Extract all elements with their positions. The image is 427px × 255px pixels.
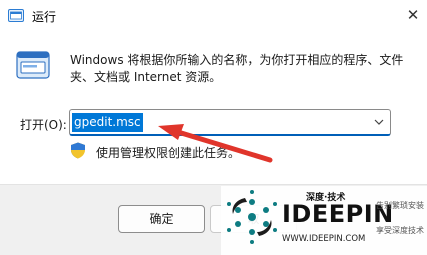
ok-button[interactable]: 确定 (118, 205, 205, 233)
open-input[interactable]: gpedit.msc (72, 113, 143, 132)
open-label: 打开(O): (20, 118, 67, 132)
description-text: Windows 将根据你所输入的名称，为你打开相应的程序、文件夹、文档或 Int… (70, 53, 404, 84)
chevron-down-icon[interactable] (372, 115, 386, 129)
run-window-icon (16, 51, 50, 79)
ideepin-watermark: 深度·技术 IDEEPIN 告别繁琐安装 享受深度技术 WWW.IDEEPIN.… (221, 186, 427, 255)
admin-note: 使用管理权限创建此任务。 (96, 146, 241, 160)
open-combobox[interactable]: gpedit.msc (69, 109, 391, 136)
close-icon[interactable]: ✕ (403, 4, 423, 26)
watermark-url: WWW.IDEEPIN.COM (282, 234, 366, 244)
watermark-tagline-2: 享受深度技术 (376, 226, 424, 235)
dialog-body: Windows 将根据你所输入的名称，为你打开相应的程序、文件夹、文档或 Int… (0, 32, 427, 184)
run-app-icon (8, 9, 24, 22)
title-bar: 运行 ✕ (0, 0, 427, 32)
watermark-tagline-1: 告别繁琐安装 (376, 201, 424, 210)
window-title: 运行 (32, 10, 57, 24)
ideepin-logo (227, 190, 277, 244)
uac-shield-icon (71, 142, 85, 159)
